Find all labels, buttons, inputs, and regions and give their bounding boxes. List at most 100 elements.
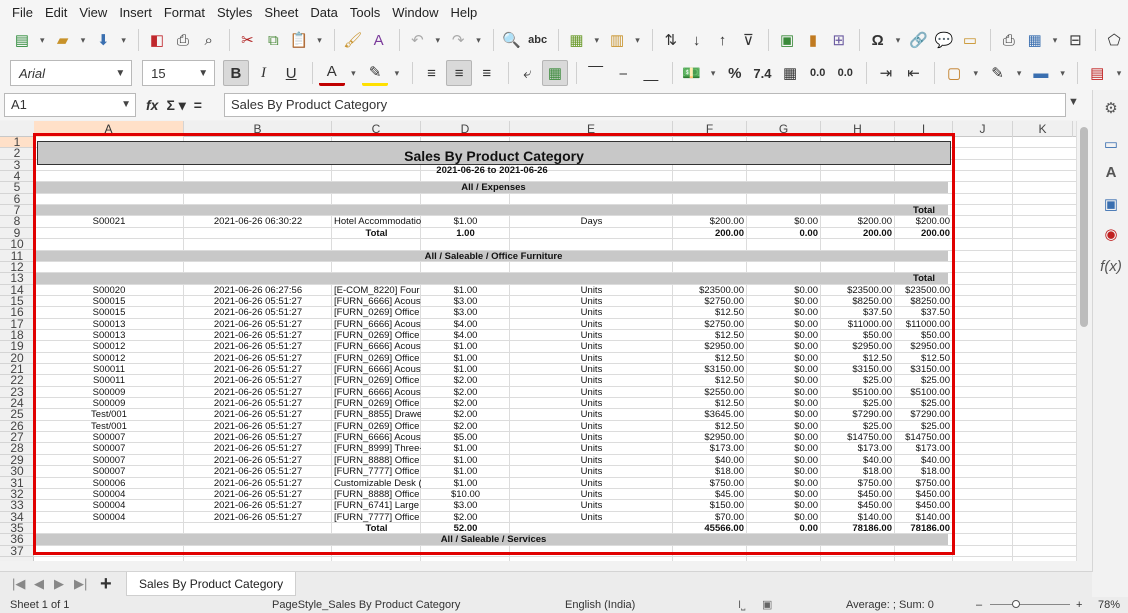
align-top-icon[interactable]: ⎺ (583, 60, 609, 86)
zoom-slider-knob[interactable] (1012, 600, 1020, 608)
column-header-h[interactable]: H (821, 121, 895, 137)
chevron-down-icon[interactable]: ▼ (192, 61, 214, 85)
hyperlink-icon[interactable]: 🔗 (906, 27, 930, 53)
row-header-20[interactable]: 20 (0, 353, 34, 364)
conditional-dropdown-icon[interactable]: ▾ (1112, 60, 1126, 86)
conditional-format-icon[interactable]: ▤ (1084, 60, 1110, 86)
vertical-scrollbar[interactable] (1076, 121, 1092, 561)
expand-formula-icon[interactable]: ▼ (1068, 96, 1079, 108)
row-header-31[interactable]: 31 (0, 478, 34, 489)
column-header-k[interactable]: K (1013, 121, 1073, 137)
sort-icon[interactable]: ⇅ (659, 27, 683, 53)
menu-item-file[interactable]: File (6, 5, 39, 20)
menu-item-tools[interactable]: Tools (344, 5, 386, 20)
row-header-8[interactable]: 8 (0, 216, 34, 228)
row-header-17[interactable]: 17 (0, 319, 34, 330)
properties-gear-icon[interactable]: ⚙ (1101, 98, 1121, 118)
row-icon[interactable]: ▦ (564, 27, 588, 53)
font-color-dropdown-icon[interactable]: ▾ (347, 60, 361, 86)
insert-chart-icon[interactable]: ▮ (801, 27, 825, 53)
cell-area[interactable]: Sales By Product Category 2021-06-26 to 2… (34, 137, 1076, 561)
date-format-icon[interactable]: ▦ (777, 60, 803, 86)
row-header-6[interactable]: 6 (0, 194, 34, 206)
row-header-4[interactable]: 4 (0, 171, 34, 183)
vertical-scrollbar-thumb[interactable] (1080, 127, 1088, 327)
align-left-icon[interactable]: ≡ (419, 60, 445, 86)
paste-dropdown-icon[interactable]: ▾ (313, 27, 326, 53)
menu-item-data[interactable]: Data (304, 5, 343, 20)
border-style-dropdown-icon[interactable]: ▾ (1012, 60, 1026, 86)
last-sheet-icon[interactable]: ▶| (74, 576, 87, 592)
row-header-14[interactable]: 14 (0, 285, 34, 296)
menu-item-sheet[interactable]: Sheet (258, 5, 304, 20)
special-character-icon[interactable]: Ω (866, 27, 890, 53)
menu-item-styles[interactable]: Styles (211, 5, 258, 20)
zoom-out-icon[interactable]: – (976, 597, 982, 613)
page-style[interactable]: PageStyle_Sales By Product Category (272, 597, 460, 613)
borders-icon[interactable]: ▢ (941, 60, 967, 86)
highlight-color-icon[interactable]: ✎ (362, 60, 388, 86)
merge-center-icon[interactable]: ▦ (542, 60, 568, 86)
column-header-b[interactable]: B (184, 121, 332, 137)
column-header-a[interactable]: A (34, 121, 184, 137)
print-preview-icon[interactable]: ⌕ (197, 27, 221, 53)
column-header-c[interactable]: C (332, 121, 421, 137)
align-bottom-icon[interactable]: ⎽ (638, 60, 664, 86)
new-dropdown-icon[interactable]: ▾ (36, 27, 49, 53)
open-folder-icon[interactable]: ▰ (51, 27, 75, 53)
increase-indent-icon[interactable]: ⇥ (873, 60, 899, 86)
row-header-32[interactable]: 32 (0, 489, 34, 501)
menu-item-view[interactable]: View (73, 5, 113, 20)
split-window-icon[interactable]: ⊟ (1063, 27, 1087, 53)
find-replace-icon[interactable]: 🔍 (500, 27, 524, 53)
autofilter-icon[interactable]: ⊽ (736, 27, 760, 53)
row-header-30[interactable]: 30 (0, 466, 34, 478)
row-header-35[interactable]: 35 (0, 523, 34, 535)
export-pdf-icon[interactable]: ◧ (145, 27, 169, 53)
freeze-rows-columns-icon[interactable]: ▦ (1023, 27, 1047, 53)
row-header-28[interactable]: 28 (0, 443, 34, 455)
border-color-dropdown-icon[interactable]: ▾ (1056, 60, 1070, 86)
chevron-down-icon[interactable]: ▼ (121, 94, 131, 116)
column-icon[interactable]: ▥ (605, 27, 629, 53)
row-header-11[interactable]: 11 (0, 251, 34, 262)
language[interactable]: English (India) (565, 597, 635, 613)
zoom-slider[interactable] (990, 604, 1070, 605)
open-dropdown-icon[interactable]: ▾ (77, 27, 90, 53)
freeze-dropdown-icon[interactable]: ▾ (1049, 27, 1062, 53)
zoom-level[interactable]: 78% (1098, 597, 1120, 613)
function-wizard-icon[interactable]: fx (146, 97, 158, 113)
sort-ascending-icon[interactable]: ↓ (685, 27, 709, 53)
navigator-icon[interactable]: ◉ (1101, 224, 1121, 244)
row-header-23[interactable]: 23 (0, 387, 34, 399)
row-header-7[interactable]: 7 (0, 205, 34, 217)
row-header-10[interactable]: 10 (0, 239, 34, 251)
number-format-icon[interactable]: 7.4 (750, 60, 776, 86)
new-document-icon[interactable]: ▤ (10, 27, 34, 53)
zoom-in-icon[interactable]: + (1076, 597, 1082, 613)
spelling-icon[interactable]: abc (526, 27, 550, 53)
sort-descending-icon[interactable]: ↑ (711, 27, 735, 53)
gallery-icon[interactable]: ▣ (1101, 194, 1121, 214)
border-style-icon[interactable]: ✎ (985, 60, 1011, 86)
menu-item-window[interactable]: Window (386, 5, 444, 20)
currency-icon[interactable]: 💵 (679, 60, 705, 86)
row-header-22[interactable]: 22 (0, 375, 34, 387)
horizontal-scrollbar[interactable] (0, 561, 1076, 571)
row-header-29[interactable]: 29 (0, 455, 34, 467)
next-sheet-icon[interactable]: ▶ (54, 576, 64, 592)
borders-dropdown-icon[interactable]: ▾ (969, 60, 983, 86)
row-header-33[interactable]: 33 (0, 500, 34, 512)
save-dropdown-icon[interactable]: ▾ (117, 27, 130, 53)
row-header-25[interactable]: 25 (0, 409, 34, 421)
add-sheet-icon[interactable]: + (100, 573, 112, 596)
styles-icon[interactable]: A (1101, 162, 1121, 182)
pivot-table-icon[interactable]: ⊞ (827, 27, 851, 53)
menu-item-format[interactable]: Format (158, 5, 211, 20)
row-header-36[interactable]: 36 (0, 534, 34, 546)
add-decimal-icon[interactable]: 0.0 (805, 60, 831, 86)
sum-icon[interactable]: Σ ▾ (166, 97, 185, 114)
row-header-26[interactable]: 26 (0, 421, 34, 433)
redo-dropdown-icon[interactable]: ▾ (472, 27, 485, 53)
border-color-icon[interactable]: ▬ (1028, 60, 1054, 86)
